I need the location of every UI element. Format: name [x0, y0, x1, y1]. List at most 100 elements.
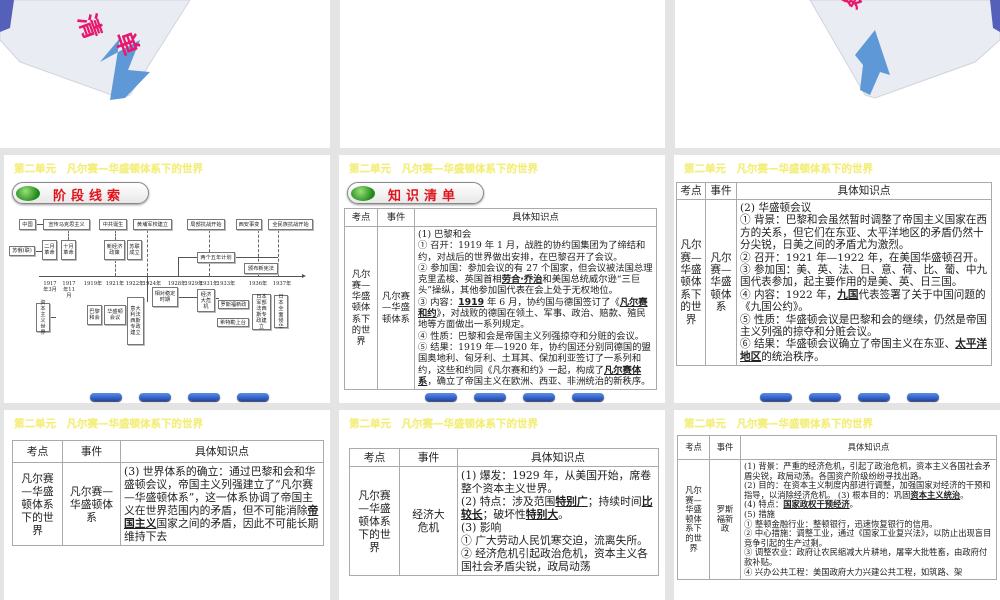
col-header: 事件 [705, 182, 737, 200]
dashed-line [115, 260, 116, 276]
year-label: 1919年 [83, 281, 103, 287]
slide-stage-clues: 第二单元 凡尔赛—华盛顿体系下的世界 阶段线索 中国 宣传马克思主义 中共诞生 … [4, 155, 330, 403]
knowledge-line: ① 召开：1919 年 1 月，战胜的协约国集团为了缔结和约，对战后的世界做出安… [418, 240, 653, 263]
knowledge-table: 考点 事件 具体知识点 凡尔赛—华盛顿体系下的世界 经济大危机 (1) 爆发：1929 … [349, 448, 659, 576]
knowledge-line: ③ 内容：1919 年 6 月，协约国与德国签订了《凡尔赛和约》，对战败的德国在… [418, 297, 653, 331]
timeline-box: 意大利法西斯专政建立 [127, 297, 144, 345]
text-segment: ① 背景：巴黎和会虽然暂时调整了帝国主义国家在西方的关系，但它们在东亚、太平洋地… [740, 214, 988, 252]
knowledge-line: ① 广大劳动人民饥寒交迫，流离失所。 [461, 534, 655, 547]
section-header-label: 阶段线索 [53, 189, 126, 204]
col-header: 事件 [709, 435, 741, 460]
nav-button[interactable] [188, 393, 220, 401]
topic-cell: 凡尔赛—华盛顿体系下的世界 [676, 198, 706, 367]
timeline-box: 巴黎和会 [87, 305, 102, 325]
timeline-box: 日本全面侵华 [274, 294, 288, 330]
text-segment: (3) 影响 [461, 521, 502, 534]
timeline-box: 日本军部法西斯专政建立 [252, 294, 271, 330]
slide-knowledge-list-4: 第二单元 凡尔赛—华盛顿体系下的世界 考点 事件 具体知识点 凡尔赛—华盛顿体系下的… [339, 410, 665, 600]
nav-button[interactable] [90, 393, 122, 401]
text-segment: ② 经济危机引起政治危机，资本主义各国社会矛盾尖锐，政局动荡 [461, 547, 648, 573]
knowledge-line: (2) 目的：在资本主义制度内部进行调整，加强国家对经济的干预和指导，以消除经济… [744, 480, 993, 500]
knowledge-line: ⑤ 结果：1919 年—1920 年，协约国还分别同德国的盟国奥地利、匈牙利、土… [418, 342, 653, 387]
key-term: 资本主义统治 [910, 489, 961, 500]
dashed-line [115, 230, 116, 240]
knowledge-line: ③ 参加国：美、英、法、日、意、荷、比、葡、中九国代表参加，起主要作用的是美、英… [740, 264, 988, 289]
col-header: 考点 [12, 440, 63, 463]
arrow-line [178, 297, 197, 298]
nav-button[interactable] [425, 393, 457, 401]
text-segment: 》，对战败的德国在领土、军事、政治、赔款、殖民地等方面做出一系列规定。 [418, 308, 646, 331]
text-segment: (1) 巴黎和会 [418, 229, 472, 240]
event-cell: 经济大危机 [399, 466, 458, 576]
nav-button[interactable] [237, 393, 269, 401]
prev-slide-right: 疑 [675, 0, 1000, 148]
year-label: 1937年 [272, 281, 292, 287]
arrow-line [36, 224, 43, 225]
dashed-line [147, 230, 148, 276]
year-label: 1917年3月 [43, 281, 57, 293]
green-dot-icon [16, 186, 40, 201]
text-segment: ② 中心措施：调整工业，通过《国家工业复兴法》，以防止出现盲目竞争引起的生产过剩… [744, 528, 992, 548]
section-header-label: 知识清单 [388, 189, 461, 204]
col-header: 考点 [676, 182, 706, 200]
knowledge-table: 考点 事件 具体知识点 凡尔赛—华盛顿体系下的世界 罗斯福新政 (1) 背景：严重的经济… [677, 435, 997, 581]
knowledge-line: (1) 爆发：1929 年，从美国开始，席卷整个资本主义世界。 [461, 469, 655, 495]
question-badge-icon: 疑 [809, 0, 1000, 99]
timeline-box: 十月革命 [61, 240, 76, 260]
text-segment: 年 6 月，协约国与德国签订了《 [484, 296, 620, 308]
knowledge-line: ⑤ 性质：华盛顿会议是巴黎和会的继续，仍然是帝国主义列强的掠夺和分赃会议。 [740, 314, 988, 339]
knowledge-line: (2) 华盛顿会议 [740, 202, 988, 214]
slide-nav [760, 393, 939, 401]
nav-button[interactable] [907, 393, 939, 401]
year-label: 1924年 [142, 281, 162, 287]
knowledge-line: (4) 特点：国家政权干预经济。 [744, 500, 993, 510]
text-segment: ；持续时间 [587, 495, 642, 508]
knowledge-line: ② 召开：1921 年—1922 年，在美国华盛顿召开。 [740, 252, 988, 264]
topic-cell: 凡尔赛—华盛顿体系下的世界 [12, 462, 63, 546]
knowledge-cell: (2) 华盛顿会议 ① 背景：巴黎和会虽然暂时调整了帝国主义国家在西方的关系，但它… [736, 198, 992, 367]
text-segment: (4) 特点： [744, 499, 784, 510]
timeline-box: 颁布新宪法 [244, 263, 278, 274]
key-term: 国家政权干预经济 [783, 499, 850, 510]
text-segment: ；破坏性 [482, 508, 526, 521]
slide-nav [90, 393, 269, 401]
text-segment: 。 [558, 508, 569, 521]
nav-button[interactable] [858, 393, 890, 401]
text-segment: (2) 特点：涉及范围 [461, 495, 556, 508]
timeline-box: 华盛顿会议 [104, 305, 126, 325]
arrow-line [215, 298, 219, 299]
nav-button[interactable] [572, 393, 604, 401]
timeline-box: 罗斯福新政 [218, 300, 249, 309]
text-segment: ④ 性质：巴黎和会是帝国主义列强掠夺和分赃的会议。 [418, 330, 645, 342]
knowledge-line: (1) 背景：严重的经济危机，引起了政治危机，资本主义各国社会矛盾尖锐，政局动荡… [744, 461, 993, 481]
nav-button[interactable] [523, 393, 555, 401]
topic-cell: 凡尔赛—华盛顿体系下的世界 [677, 458, 710, 581]
key-term: 特别大 [525, 508, 559, 521]
text-segment: (5) 措施 [744, 508, 775, 519]
nav-button[interactable] [474, 393, 506, 401]
knowledge-line: (2) 特点：涉及范围特别广；持续时间比较长；破坏性特别大。 [461, 495, 655, 521]
col-header: 考点 [344, 208, 378, 227]
timeline-box: 宣传马克思主义 [43, 219, 90, 230]
text-segment: (3) 世界体系的确立：通过巴黎和会和华盛顿会议，帝国主义列强建立了“凡尔赛—华… [124, 465, 316, 517]
nav-button[interactable] [760, 393, 792, 401]
prev-slide-left: 清 单 [0, 0, 330, 148]
timeline-box: 苏俄(联) [9, 246, 35, 256]
timeline-box: 相对稳定时期 [152, 287, 178, 307]
slide-knowledge-list-2: 第二单元 凡尔赛—华盛顿体系下的世界 考点 事件 具体知识点 凡尔赛—华盛顿体系下的… [674, 155, 1000, 403]
knowledge-table: 考点 事件 具体知识点 凡尔赛—华盛顿体系下的世界 凡尔赛—华盛顿体系 (1) 巴黎和会… [344, 208, 657, 391]
nav-button[interactable] [139, 393, 171, 401]
prev-slide-middle [340, 0, 665, 148]
dashed-line [278, 230, 279, 276]
col-header: 事件 [377, 208, 415, 227]
year-label: 1928年 [167, 281, 187, 287]
text-segment: ⑤ 性质：华盛顿会议是巴黎和会的继续，仍然是帝国主义列强的掠夺和分赃会议。 [740, 313, 988, 339]
text-segment: ③ 参加国：美、英、法、日、意、荷、比、葡、中九国代表参加，起主要作用的是美、英… [740, 264, 988, 289]
timeline-box: 西安事变 [236, 219, 262, 230]
timeline-box: 中国 [19, 219, 36, 230]
knowledge-line: ② 中心措施：调整工业，通过《国家工业复兴法》，以防止出现盲目竞争引起的生产过剩… [744, 528, 993, 548]
nav-button[interactable] [809, 393, 841, 401]
knowledge-line: ② 参加国：参加会议的有 27 个国家，但会议被法国总理克里孟梭、英国首相劳合·… [418, 263, 653, 297]
text-segment: ① 广大劳动人民饥寒交迫，流离失所。 [461, 534, 648, 547]
section-header: 阶段线索 [12, 182, 149, 204]
